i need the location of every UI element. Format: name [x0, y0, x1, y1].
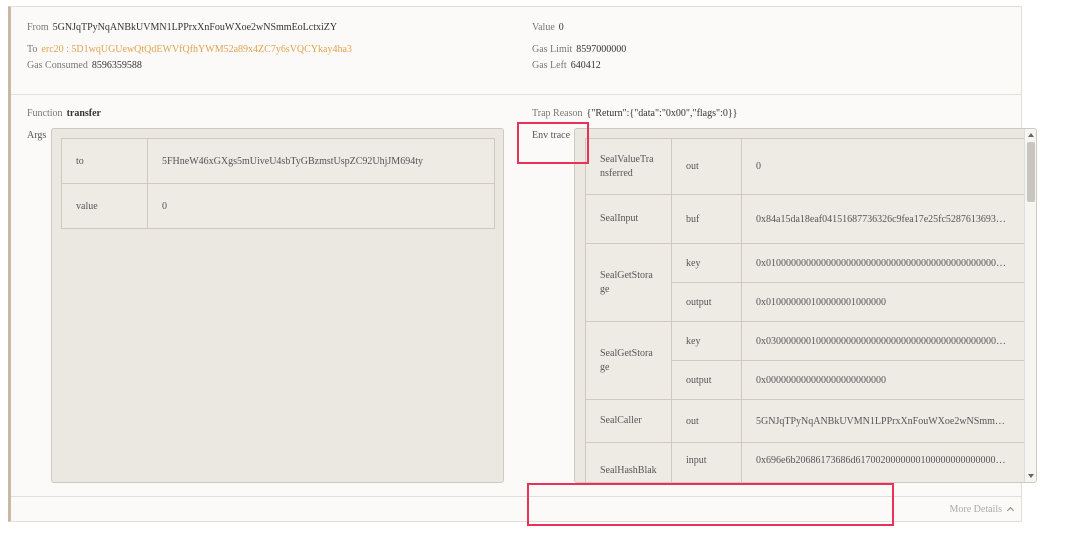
arg-key: to — [61, 138, 148, 184]
trace-fn-name: SealGetStorage — [585, 321, 672, 400]
to-row: To erc20 : 5D1wqUGUewQtQdEWVfQfhYWM52a89x… — [27, 44, 352, 55]
gas-consumed-value: 8596359588 — [91, 60, 142, 71]
from-row: From 5GNJqTPyNqANBkUVMN1LPPrxXnFouWXoe2wN… — [27, 22, 337, 33]
from-label: From — [27, 22, 49, 33]
trace-param: buf — [671, 194, 742, 244]
trace-value: 0x03000000010000000000000000000000000000… — [741, 321, 1025, 361]
gas-limit-value: 8597000000 — [576, 44, 627, 55]
env-trace-scroll-content: SealValueTransferred out 0 SealInput buf… — [585, 138, 1025, 482]
trace-value: 0x84a15da18eaf04151687736326c9fea17e25fc… — [741, 194, 1025, 244]
more-details-toggle[interactable]: More Details — [949, 504, 1015, 515]
table-row: SealCaller out 5GNJqTPyNqANBkUVMN1LPPrxX… — [585, 399, 1025, 443]
trap-reason-value: {"Return":{"data":"0x00","flags":0}} — [586, 108, 738, 119]
trace-value: 0x01000000000000000000000000000000000000… — [741, 243, 1025, 283]
table-row: SealGetStorage key 0x0300000001000000000… — [585, 321, 1025, 400]
table-row: SealInput buf 0x84a15da18eaf041516877363… — [585, 194, 1025, 244]
trace-param: output — [671, 282, 742, 322]
gas-limit-row: Gas Limit 8597000000 — [532, 44, 626, 55]
gas-left-value: 640412 — [570, 60, 601, 71]
trace-fn-name: SealInput — [585, 194, 672, 244]
value-value: 0 — [558, 22, 564, 33]
from-value: 5GNJqTPyNqANBkUVMN1LPPrxXnFouWXoe2wNSmmE… — [52, 22, 338, 33]
gas-limit-label: Gas Limit — [532, 44, 573, 55]
env-trace-scrollbar[interactable] — [1024, 129, 1036, 482]
gas-consumed-label: Gas Consumed — [27, 60, 88, 71]
trace-fn-name: SealValueTransferred — [585, 138, 672, 195]
trace-value: 0x010000000100000001000000 — [741, 282, 1025, 322]
trace-fn-name: SealCaller — [585, 399, 672, 443]
trace-param: key — [671, 243, 742, 283]
value-label: Value — [532, 22, 555, 33]
table-row: to 5FHneW46xGXgs5mUiveU4sbTyGBzmstUspZC9… — [61, 138, 495, 184]
highlight-box-bottom — [527, 483, 894, 526]
trace-param: key — [671, 321, 742, 361]
env-trace-panel[interactable]: SealValueTransferred out 0 SealInput buf… — [574, 128, 1037, 483]
table-row: SealGetStorage key 0x0100000000000000000… — [585, 243, 1025, 322]
trap-reason-row: Trap Reason {"Return":{"data":"0x00","fla… — [532, 108, 737, 119]
function-row: Function transfer — [27, 108, 101, 119]
trace-value: 0x696e6b20686173686d61700200000001000000… — [741, 442, 1025, 482]
trace-value: 0 — [741, 138, 1025, 195]
trace-param: input — [671, 442, 742, 482]
args-label: Args — [27, 130, 47, 141]
table-row: SealValueTransferred out 0 — [585, 138, 1025, 195]
arg-value: 5FHneW46xGXgs5mUiveU4sbTyGBzmstUspZC92Uh… — [147, 138, 495, 184]
function-label: Function — [27, 108, 63, 119]
transaction-details-card: From 5GNJqTPyNqANBkUVMN1LPPrxXnFouWXoe2wN… — [8, 6, 1037, 522]
gas-left-row: Gas Left 640412 — [532, 60, 601, 71]
table-row: value 0 — [61, 183, 495, 229]
table-row: SealHashBlak input 0x696e6b20686173686d6… — [585, 442, 1025, 482]
more-details-label: More Details — [949, 504, 1003, 515]
value-row: Value 0 — [532, 22, 564, 33]
overview-section: From 5GNJqTPyNqANBkUVMN1LPPrxXnFouWXoe2wN… — [11, 7, 1021, 95]
highlight-box-env-trace — [517, 122, 589, 164]
scrollbar-thumb[interactable] — [1027, 142, 1035, 202]
trace-fn-name: SealHashBlak — [585, 442, 672, 482]
scroll-up-icon[interactable] — [1028, 133, 1034, 137]
trace-param: output — [671, 360, 742, 400]
scroll-down-icon[interactable] — [1028, 474, 1034, 478]
trap-reason-label: Trap Reason — [532, 108, 583, 119]
trace-value: 5GNJqTPyNqANBkUVMN1LPPrxXnFouWXoe2wNSmm… — [741, 399, 1025, 443]
trace-fn-name: SealGetStorage — [585, 243, 672, 322]
gas-consumed-row: Gas Consumed 8596359588 — [27, 60, 142, 71]
trace-value: 0x000000000000000000000000 — [741, 360, 1025, 400]
to-label: To — [27, 44, 38, 55]
args-panel: to 5FHneW46xGXgs5mUiveU4sbTyGBzmstUspZC9… — [51, 128, 504, 483]
args-table: to 5FHneW46xGXgs5mUiveU4sbTyGBzmstUspZC9… — [61, 138, 495, 229]
trace-param: out — [671, 138, 742, 195]
trace-param: out — [671, 399, 742, 443]
gas-left-label: Gas Left — [532, 60, 567, 71]
to-value[interactable]: erc20 : 5D1wqUGUewQtQdEWVfQfhYWM52a89x4Z… — [41, 44, 352, 55]
arg-key: value — [61, 183, 148, 229]
chevron-up-icon — [1006, 506, 1015, 515]
function-name: transfer — [66, 108, 101, 119]
arg-value: 0 — [147, 183, 495, 229]
env-trace-table: SealValueTransferred out 0 SealInput buf… — [585, 138, 1025, 482]
